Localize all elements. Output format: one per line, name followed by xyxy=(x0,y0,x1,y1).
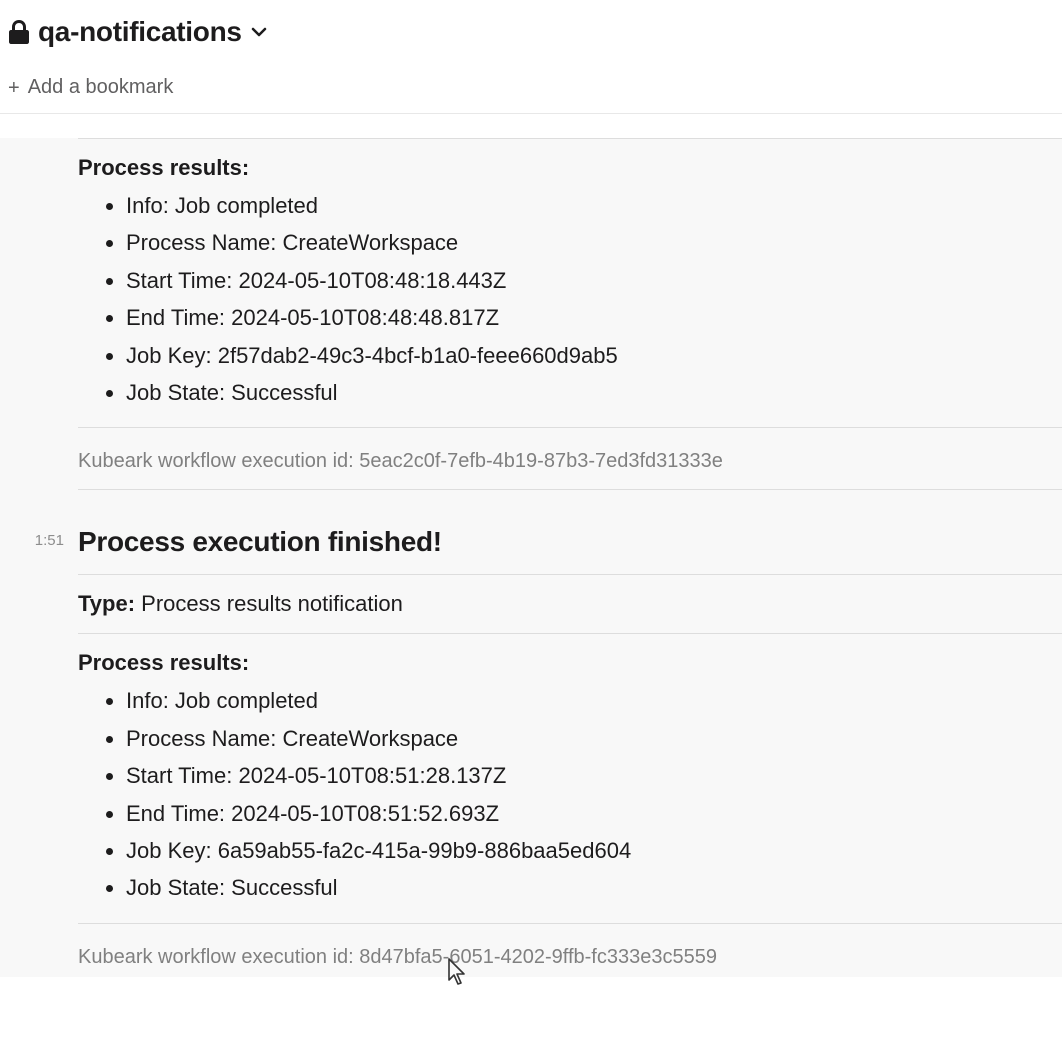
header-divider xyxy=(0,113,1062,114)
process-results-label: Process results: xyxy=(78,650,1062,676)
type-label: Type: xyxy=(78,591,135,616)
list-item: Job Key: 2f57dab2-49c3-4bcf-b1a0-feee660… xyxy=(126,337,1062,374)
list-item: Process Name: CreateWorkspace xyxy=(126,720,1062,757)
channel-title-button[interactable]: qa-notifications xyxy=(8,16,1054,48)
plus-icon: + xyxy=(8,78,20,98)
list-item: Start Time: 2024-05-10T08:48:18.443Z xyxy=(126,262,1062,299)
list-item: Start Time: 2024-05-10T08:51:28.137Z xyxy=(126,757,1062,794)
workflow-execution-footer: Kubeark workflow execution id: 8d47bfa5-… xyxy=(78,924,1062,977)
chevron-down-icon xyxy=(250,23,268,41)
process-results-label: Process results: xyxy=(78,155,1062,181)
channel-header: qa-notifications + Add a bookmark xyxy=(0,0,1062,113)
type-row: Type: Process results notification xyxy=(78,575,1062,617)
list-item: Job State: Successful xyxy=(126,869,1062,906)
channel-name: qa-notifications xyxy=(38,16,242,48)
message-timestamp[interactable]: 1:51 xyxy=(0,526,78,549)
list-item: Info: Job completed xyxy=(126,682,1062,719)
add-bookmark-button[interactable]: + Add a bookmark xyxy=(8,76,1054,113)
list-item: Info: Job completed xyxy=(126,187,1062,224)
workflow-execution-footer: Kubeark workflow execution id: 5eac2c0f-… xyxy=(78,428,1062,481)
message-heading: Process execution finished! xyxy=(78,526,1062,558)
message-item: 1:51 Process execution finished! Type: P… xyxy=(0,526,1062,976)
message-item: Process results: Info: Job completed Pro… xyxy=(0,138,1062,490)
list-item: Process Name: CreateWorkspace xyxy=(126,224,1062,261)
lock-icon xyxy=(8,20,30,44)
list-item: End Time: 2024-05-10T08:48:48.817Z xyxy=(126,299,1062,336)
list-item: Job State: Successful xyxy=(126,374,1062,411)
process-results-list: Info: Job completed Process Name: Create… xyxy=(78,682,1062,906)
list-item: Job Key: 6a59ab55-fa2c-415a-99b9-886baa5… xyxy=(126,832,1062,869)
add-bookmark-label: Add a bookmark xyxy=(28,76,174,99)
type-value: Process results notification xyxy=(141,591,403,616)
process-results-list: Info: Job completed Process Name: Create… xyxy=(78,187,1062,411)
list-item: End Time: 2024-05-10T08:51:52.693Z xyxy=(126,795,1062,832)
message-list: Process results: Info: Job completed Pro… xyxy=(0,138,1062,977)
